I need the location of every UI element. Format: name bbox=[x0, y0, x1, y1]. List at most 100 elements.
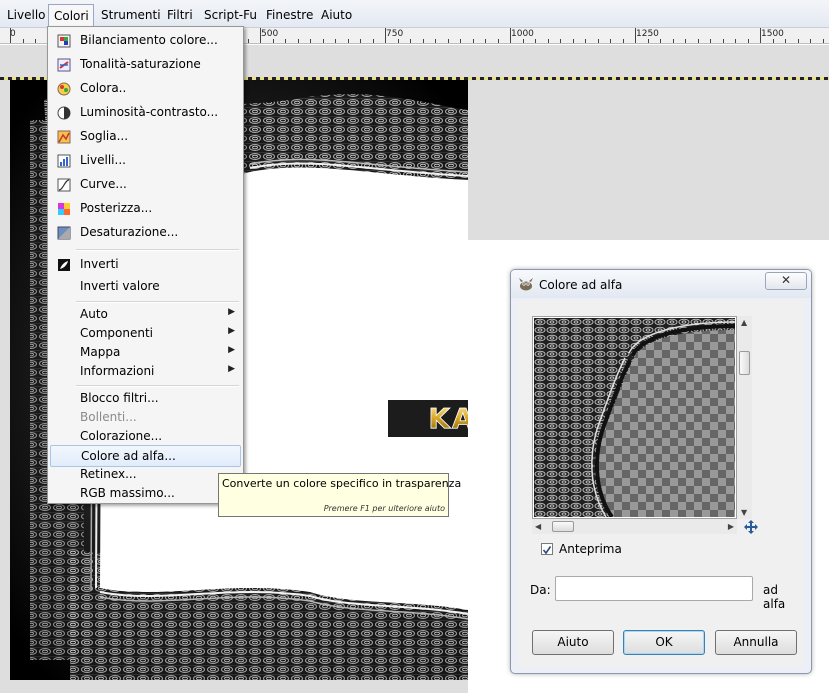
posterize-icon bbox=[58, 203, 70, 215]
ruler-tick bbox=[748, 39, 749, 43]
menu-item-label: Soglia... bbox=[80, 129, 129, 143]
menu-separator bbox=[76, 249, 239, 251]
ruler-tick bbox=[723, 39, 724, 43]
help-button[interactable]: Aiuto bbox=[532, 630, 614, 655]
menu-item-bilanciamento-colore[interactable]: Bilanciamento colore... bbox=[50, 30, 241, 52]
ruler-tick bbox=[398, 39, 399, 43]
dialog-titlebar[interactable]: Colore ad alfa ✕ bbox=[511, 270, 811, 298]
menu-item-colora[interactable]: Colora.. bbox=[50, 78, 241, 100]
tooltip-hint: Premere F1 per ulteriore aiuto bbox=[323, 504, 445, 513]
menu-item-inverti-valore[interactable]: Inverti valore bbox=[50, 276, 241, 298]
menu-item-label: Curve... bbox=[80, 177, 127, 191]
menu-item-label: Luminosità-contrasto... bbox=[80, 105, 219, 119]
ruler-label: 1500 bbox=[761, 29, 784, 39]
menu-item-curve[interactable]: Curve... bbox=[50, 174, 241, 196]
ruler-label: 1250 bbox=[636, 29, 659, 39]
brightness-contrast-icon bbox=[57, 106, 71, 120]
ruler-label: 750 bbox=[386, 29, 404, 39]
preview-image[interactable] bbox=[534, 318, 735, 517]
menu-item-luminosita-contrasto[interactable]: Luminosità-contrasto... bbox=[50, 102, 241, 124]
ruler-tick bbox=[760, 28, 761, 43]
preview-checkbox[interactable] bbox=[541, 543, 553, 555]
navigate-move-icon[interactable] bbox=[744, 520, 758, 534]
ruler-tick bbox=[485, 39, 486, 43]
cancel-button[interactable]: Annulla bbox=[715, 630, 797, 655]
close-button[interactable]: ✕ bbox=[765, 272, 807, 290]
checkmark-icon bbox=[542, 546, 552, 555]
ruler-tick bbox=[523, 39, 524, 43]
menu-item-soglia[interactable]: Soglia... bbox=[50, 126, 241, 148]
ruler-tick bbox=[623, 39, 624, 43]
menubar-filtri[interactable]: Filtri bbox=[162, 4, 198, 26]
scroll-up-icon[interactable]: ▲ bbox=[741, 318, 747, 327]
ruler-tick bbox=[460, 39, 461, 43]
menu-item-label: Colore ad alfa... bbox=[81, 449, 176, 463]
menu-separator bbox=[76, 385, 239, 387]
scroll-right-icon[interactable]: ▶ bbox=[728, 522, 734, 531]
ruler-label: 500 bbox=[261, 29, 279, 39]
ruler-tick bbox=[310, 39, 311, 43]
ruler-tick bbox=[535, 39, 536, 43]
ruler-tick bbox=[735, 39, 736, 43]
ruler-tick bbox=[510, 28, 511, 43]
ruler-tick bbox=[35, 39, 36, 43]
preview-vertical-scrollbar[interactable]: ▲ ▼ bbox=[737, 316, 752, 519]
menu-item-posterizza[interactable]: Posterizza... bbox=[50, 198, 241, 220]
invert-icon bbox=[58, 259, 70, 271]
menu-item-label: Desaturazione... bbox=[80, 225, 179, 239]
ruler-tick bbox=[23, 39, 24, 43]
ruler-tick bbox=[810, 39, 811, 43]
menu-item-label: Informazioni bbox=[80, 364, 155, 378]
menu-item-label: Bilanciamento colore... bbox=[80, 33, 218, 47]
menu-item-tonalita-saturazione[interactable]: Tonalità-saturazione bbox=[50, 54, 241, 76]
color-to-alpha-dialog: Colore ad alfa ✕ ▲ ▼ ◀ ▶ Anteprima Da: a… bbox=[510, 269, 812, 674]
vertical-scroll-thumb[interactable] bbox=[739, 351, 750, 375]
ruler-tick bbox=[410, 39, 411, 43]
threshold-icon bbox=[57, 130, 71, 144]
menu-item-label: Auto bbox=[80, 307, 108, 321]
menu-item-label: Componenti bbox=[80, 326, 154, 340]
ruler-label: 1000 bbox=[511, 29, 534, 39]
menu-item-inverti[interactable]: Inverti bbox=[50, 254, 241, 276]
menubar-livello[interactable]: Livello bbox=[2, 4, 51, 26]
color-balance-icon bbox=[57, 34, 71, 48]
from-color-button[interactable] bbox=[555, 576, 753, 601]
scroll-down-icon[interactable]: ▼ bbox=[741, 508, 747, 517]
submenu-arrow-icon: ▶ bbox=[228, 326, 235, 336]
ruler-tick bbox=[598, 39, 599, 43]
ruler-tick bbox=[548, 39, 549, 43]
menu-item-label: Mappa bbox=[80, 345, 121, 359]
menu-item-label: Inverti valore bbox=[80, 279, 160, 293]
preview-checkbox-label[interactable]: Anteprima bbox=[559, 542, 622, 556]
menu-item-label: RGB massimo... bbox=[80, 486, 175, 500]
ruler-tick bbox=[673, 39, 674, 43]
ruler-tick bbox=[573, 39, 574, 43]
menubar-aiuto[interactable]: Aiuto bbox=[316, 4, 357, 26]
menubar-script-fu[interactable]: Script-Fu bbox=[199, 4, 262, 26]
scroll-left-icon[interactable]: ◀ bbox=[535, 522, 541, 531]
menu-item-label: Livelli... bbox=[80, 153, 126, 167]
menu-item-label: Tonalità-saturazione bbox=[80, 57, 201, 71]
dialog-content: ▲ ▼ ◀ ▶ Anteprima Da: ad alfa Aiuto OK A… bbox=[518, 300, 804, 667]
dialog-title: Colore ad alfa bbox=[539, 278, 623, 292]
menubar-strumenti[interactable]: Strumenti bbox=[96, 4, 166, 26]
colorize-icon bbox=[57, 82, 71, 96]
menubar: Livello Colori Strumenti Filtri Script-F… bbox=[0, 0, 829, 28]
ruler-tick bbox=[773, 39, 774, 43]
ruler-tick bbox=[10, 28, 11, 43]
ruler-tick bbox=[385, 28, 386, 43]
menu-item-informazioni[interactable]: Informazioni ▶ bbox=[50, 361, 241, 383]
preview-horizontal-scrollbar[interactable]: ◀ ▶ bbox=[532, 519, 737, 534]
menu-item-livelli[interactable]: Livelli... bbox=[50, 150, 241, 172]
menubar-colori[interactable]: Colori bbox=[48, 4, 94, 26]
menu-item-desaturazione[interactable]: Desaturazione... bbox=[50, 222, 241, 244]
menu-item-rgb-massimo[interactable]: RGB massimo... bbox=[50, 483, 241, 505]
menu-item-label: Blocco filtri... bbox=[80, 391, 159, 405]
ok-button[interactable]: OK bbox=[623, 630, 705, 655]
to-alpha-label: ad alfa bbox=[763, 583, 786, 611]
horizontal-scroll-thumb[interactable] bbox=[552, 521, 574, 532]
ruler-tick bbox=[323, 39, 324, 43]
menu-item-label: Inverti bbox=[80, 257, 119, 271]
menubar-finestre[interactable]: Finestre bbox=[261, 4, 318, 26]
ruler-tick bbox=[498, 39, 499, 43]
